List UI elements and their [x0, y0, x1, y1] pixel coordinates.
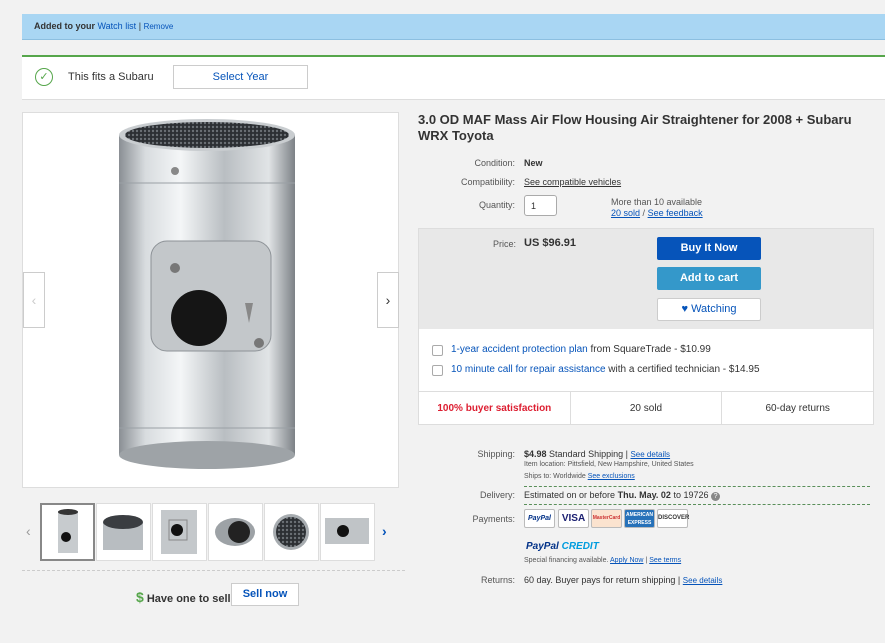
credit-word: CREDIT [561, 541, 599, 552]
buy-it-now-button[interactable]: Buy It Now [657, 237, 761, 260]
condition-label: Condition: [474, 158, 515, 168]
delivery-suffix: to 19726 [673, 490, 709, 500]
repair-call-link[interactable]: 10 minute call for repair assistance [451, 364, 606, 375]
watchlist-prefix: Added to your [34, 21, 95, 31]
divider [524, 504, 870, 505]
select-year-button[interactable]: Select Year [173, 65, 308, 89]
thumbnail[interactable] [208, 503, 263, 561]
financing-separator: | [645, 557, 648, 564]
ships-to-text: Ships to: Worldwide [524, 473, 586, 480]
thumbnail[interactable] [96, 503, 151, 561]
condition-value: New [524, 158, 543, 168]
shipping-label: Shipping: [477, 449, 515, 459]
remove-watch-link[interactable]: Remove [144, 22, 174, 31]
dollar-icon: $ [136, 589, 144, 605]
availability: More than 10 available 20 sold / See fee… [611, 197, 703, 219]
thumbs-next-arrow-icon[interactable]: › [382, 523, 387, 539]
repair-call-option: 10 minute call for repair assistance wit… [451, 364, 760, 375]
watchlist-link[interactable]: Watch list [98, 21, 137, 31]
watchlist-separator: | [138, 21, 142, 31]
quantity-input[interactable]: 1 [524, 195, 557, 216]
buy-box-top: Price: US $96.91 Buy It Now Add to cart … [419, 229, 873, 329]
amex-logo-icon: AMERICAN EXPRESS [624, 509, 655, 528]
protection-plan-link[interactable]: 1-year accident protection plan [451, 344, 588, 355]
buyer-satisfaction-stat: 100% buyer satisfaction [419, 392, 571, 425]
protection-plan-detail: from SquareTrade - $10.99 [587, 344, 711, 355]
divider [22, 570, 405, 571]
paypal-credit-logo: PayPal CREDIT [526, 541, 599, 552]
exclusions-link[interactable]: See exclusions [588, 473, 635, 480]
add-to-cart-button[interactable]: Add to cart [657, 267, 761, 290]
feedback-link[interactable]: See feedback [648, 208, 703, 218]
sold-link[interactable]: 20 sold [611, 208, 640, 218]
thumbs-prev-arrow-icon[interactable]: ‹ [26, 523, 31, 539]
delivery-label: Delivery: [479, 490, 515, 500]
shipping-method: Standard Shipping | [549, 449, 628, 459]
payments-label: Payments: [472, 514, 515, 524]
thumbnail-strip: ‹ › [22, 503, 399, 563]
price-value: US $96.91 [524, 237, 576, 249]
paypal-logo-icon: PayPal [524, 509, 555, 528]
shipping-cost: $4.98 [524, 449, 547, 459]
heart-icon: ♥ [681, 303, 688, 315]
fitment-text: This fits a Subaru [68, 71, 154, 83]
thumbnail[interactable] [320, 503, 375, 561]
compatible-vehicles-link[interactable]: See compatible vehicles [524, 177, 621, 187]
visa-logo-icon: VISA [558, 509, 589, 528]
shipping-value: $4.98 Standard Shipping | See details [524, 449, 670, 459]
returns-details-link[interactable]: See details [683, 576, 723, 585]
watching-button[interactable]: ♥ Watching [657, 298, 761, 321]
delivery-value: Estimated on or before Thu. May. 02 to 1… [524, 490, 721, 501]
mastercard-logo-icon: MasterCard [591, 509, 622, 528]
sell-question-text: Have one to sell? [146, 593, 238, 605]
delivery-prefix: Estimated on or before [524, 490, 616, 500]
price-label: Price: [492, 239, 516, 249]
quantity-label: Quantity: [478, 200, 515, 210]
thumbnail[interactable] [40, 503, 95, 561]
buy-box: Price: US $96.91 Buy It Now Add to cart … [418, 228, 874, 425]
protection-plan-checkbox[interactable] [432, 345, 443, 356]
check-circle-icon: ✓ [35, 68, 53, 86]
returns-stat: 60-day returns [765, 403, 830, 414]
main-product-image: ‹ › [22, 112, 399, 488]
financing-text: Special financing available. [524, 557, 609, 564]
watchlist-banner: Added to your Watch list | Remove [22, 14, 885, 40]
protection-plan-option: 1-year accident protection plan from Squ… [451, 344, 711, 355]
returns-label: Returns: [480, 575, 515, 585]
delivery-date: Thu. May. 02 [617, 490, 671, 500]
image-next-button[interactable]: › [377, 272, 399, 328]
ships-to: Ships to: Worldwide See exclusions [524, 473, 635, 480]
returns-value: 60 day. Buyer pays for return shipping |… [524, 575, 722, 585]
shipping-details-link[interactable]: See details [630, 450, 670, 459]
divider [524, 486, 870, 487]
thumbnail[interactable] [152, 503, 207, 561]
seller-stats: 100% buyer satisfaction 20 sold 60-day r… [419, 391, 873, 425]
fitment-bar: ✓ This fits a Subaru Select Year [22, 55, 885, 100]
repair-call-checkbox[interactable] [432, 365, 443, 376]
sold-separator: / [642, 208, 646, 218]
compatibility-label: Compatibility: [460, 177, 515, 187]
returns-text: 60 day. Buyer pays for return shipping | [524, 575, 681, 585]
financing-info: Special financing available. Apply Now |… [524, 557, 681, 564]
discover-logo-icon: DISCOVER [657, 509, 689, 528]
apply-now-link[interactable]: Apply Now [610, 557, 643, 564]
available-text: More than 10 available [611, 197, 703, 207]
watching-label: Watching [691, 303, 737, 315]
repair-call-detail: with a certified technician - $14.95 [605, 364, 760, 375]
maf-housing-image [119, 119, 295, 469]
see-terms-link[interactable]: See terms [649, 557, 681, 564]
item-location: Item location: Pittsfield, New Hampshire… [524, 461, 694, 468]
item-title: 3.0 OD MAF Mass Air Flow Housing Air Str… [418, 112, 852, 143]
help-icon[interactable]: ? [711, 492, 721, 501]
sold-stat: 20 sold [571, 392, 723, 425]
image-prev-button[interactable]: ‹ [23, 272, 45, 328]
thumbnail[interactable] [264, 503, 319, 561]
sell-question: $ Have one to sell? [136, 589, 237, 605]
paypal-credit-word: PayPal [526, 541, 559, 552]
sell-now-button[interactable]: Sell now [231, 583, 299, 606]
